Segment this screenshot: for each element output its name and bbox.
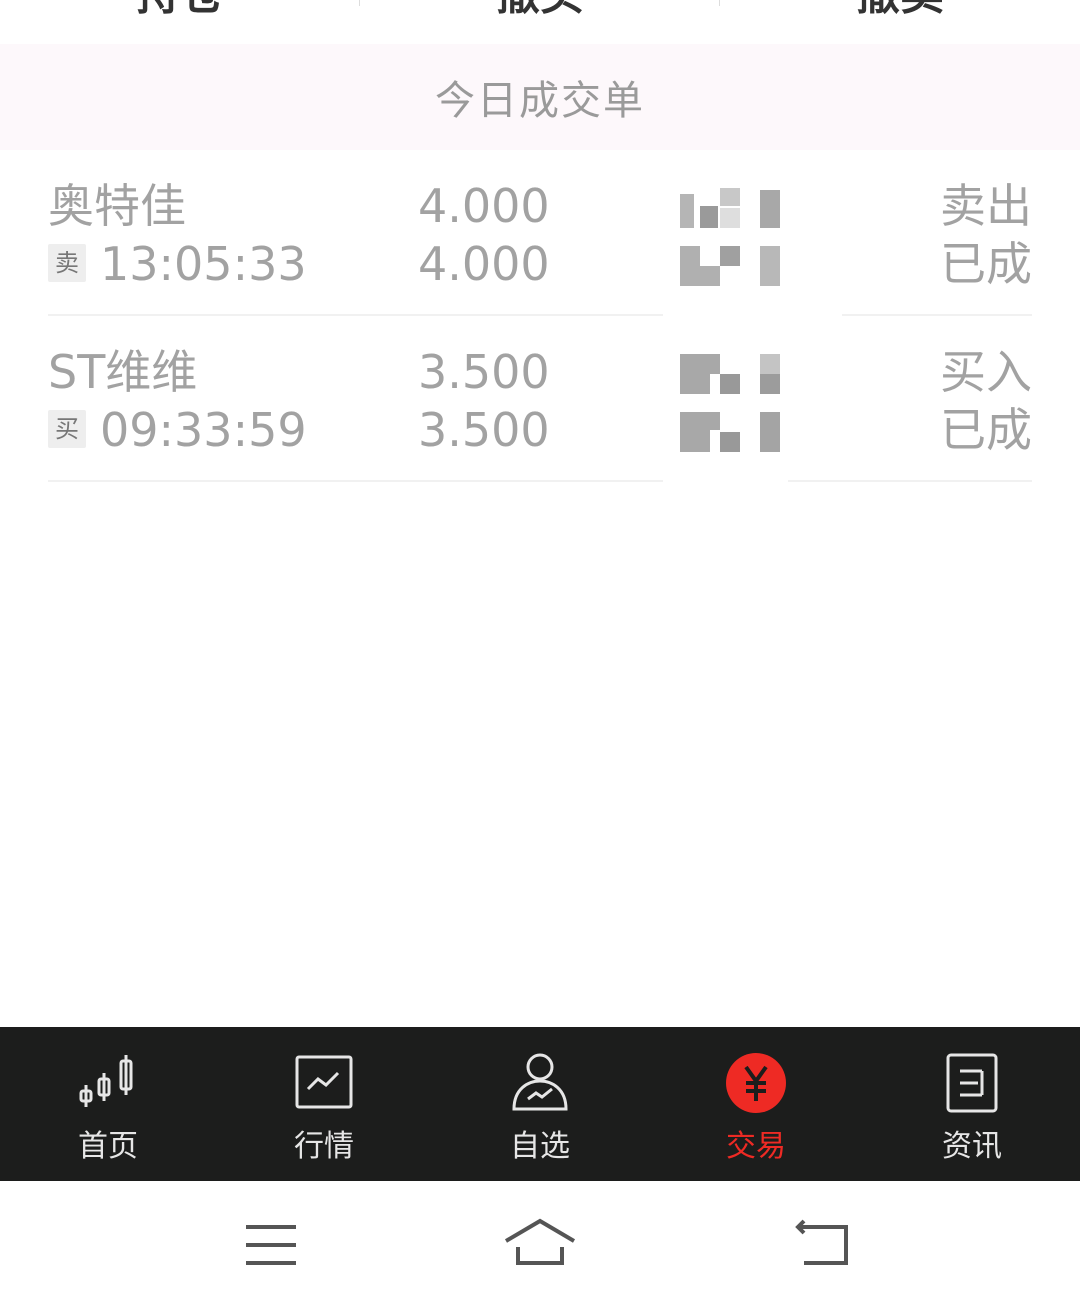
nav-label: 首页 [78,1129,138,1164]
trade-time: 13:05:33 [100,237,307,291]
news-doc-icon [946,1053,998,1113]
section-title: 今日成交单 [435,78,645,124]
market-chart-icon [295,1055,353,1109]
stock-name: ST维维 [48,345,198,399]
back-icon[interactable] [784,1215,864,1275]
user-chart-icon [512,1053,568,1111]
system-nav-bar [0,1181,1080,1307]
order-price: 4.000 [418,179,550,233]
nav-label: 交易 [726,1129,786,1164]
side-badge: 买 [48,410,86,448]
nav-label: 资讯 [942,1129,1002,1164]
nav-news[interactable]: 资讯 [864,1027,1080,1181]
nav-label: 行情 [294,1129,354,1164]
redacted-quantity [680,354,780,394]
trade-state: 已成 [940,403,1032,457]
top-tabs: 持仓 撤买 撤卖 [0,0,1080,44]
nav-watchlist[interactable]: 自选 [432,1027,648,1181]
trade-row[interactable]: ST维维 买 09:33:59 3.500 3.500 买入 已成 [0,316,1080,482]
trade-row[interactable]: 奥特佳 卖 13:05:33 4.000 4.000 卖出 已成 [0,150,1080,316]
page: 持仓 撤买 撤卖 今日成交单 奥特佳 卖 13:05:33 4.000 4.00… [0,0,1080,1307]
tab-cancel-buy[interactable]: 撤买 [360,0,720,20]
nav-market[interactable]: 行情 [216,1027,432,1181]
trade-state: 已成 [940,237,1032,291]
deal-price: 4.000 [418,237,550,291]
nav-label: 自选 [510,1129,570,1164]
redacted-amount [680,246,780,286]
redacted-amount [680,412,780,452]
row-divider [48,480,663,482]
row-divider [788,480,1032,482]
home-icon[interactable] [500,1215,580,1275]
deal-price: 3.500 [418,403,550,457]
section-header: 今日成交单 [0,44,1080,150]
candlestick-icon [79,1055,133,1107]
nav-home[interactable]: 首页 [0,1027,216,1181]
redacted-quantity [680,188,780,228]
yen-icon [726,1053,786,1113]
trade-direction: 卖出 [940,179,1032,233]
bottom-nav: 首页 行情 自选 交易 资讯 [0,1027,1080,1181]
tab-cancel-sell[interactable]: 撤卖 [720,0,1080,20]
trade-direction: 买入 [940,345,1032,399]
stock-name: 奥特佳 [48,179,186,233]
tab-holdings[interactable]: 持仓 [0,0,360,20]
side-badge: 卖 [48,244,86,282]
nav-trade[interactable]: 交易 [648,1027,864,1181]
menu-icon[interactable] [230,1215,310,1275]
order-price: 3.500 [418,345,550,399]
trade-time: 09:33:59 [100,403,307,457]
